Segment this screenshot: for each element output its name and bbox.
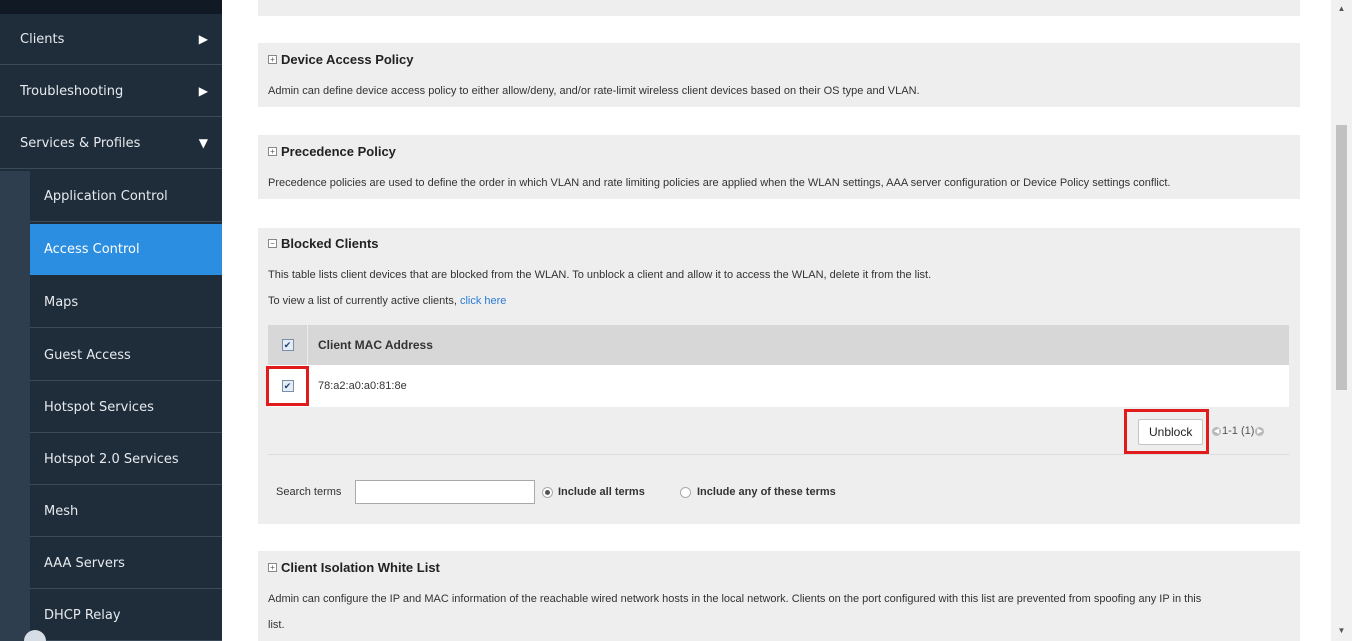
scrollbar[interactable]: ▲ ▼ [1331, 0, 1352, 641]
sidebar-item-hotspot-services[interactable]: Hotspot Services [30, 382, 222, 433]
panel-title-text: Client Isolation White List [281, 560, 440, 575]
sidebar-item-label: Mesh [44, 503, 79, 519]
sidebar-item-application-control[interactable]: Application Control [30, 171, 222, 222]
panel-title-text: Precedence Policy [281, 144, 396, 159]
panel-description: Precedence policies are used to define t… [268, 177, 1171, 189]
panel-title[interactable]: − Blocked Clients [268, 236, 379, 251]
panel-title-text: Blocked Clients [281, 236, 379, 251]
scrollbar-thumb[interactable] [1336, 125, 1347, 390]
sidebar-item-label: Hotspot Services [44, 399, 154, 415]
panel-blocked-clients: − Blocked Clients This table lists clien… [258, 228, 1300, 524]
collapse-icon[interactable]: − [268, 239, 277, 248]
include-all-radio[interactable] [542, 487, 553, 498]
panel-description: This table lists client devices that are… [268, 269, 932, 281]
scroll-down-icon[interactable]: ▼ [1331, 626, 1352, 635]
mac-address-cell: 78:a2:a0:a0:81:8e [318, 380, 407, 392]
include-any-label[interactable]: Include any of these terms [697, 486, 836, 498]
panel-precedence-policy: + Precedence Policy Precedence policies … [258, 135, 1300, 199]
sidebar-item-services-profiles[interactable]: Services & Profiles ▼ [0, 118, 222, 169]
column-header-mac[interactable]: Client MAC Address [308, 338, 433, 352]
pager-text: 1-1 (1) [1222, 425, 1255, 437]
highlight-row-checkbox [266, 366, 309, 406]
sidebar: Clients ▶ Troubleshooting ▶ Services & P… [0, 0, 222, 641]
prev-arrow-icon[interactable]: ◀ [1212, 426, 1221, 436]
active-clients-hint: To view a list of currently active clien… [268, 295, 506, 307]
select-all-cell: ✔ [268, 325, 308, 365]
panel-device-access-policy: + Device Access Policy Admin can define … [258, 43, 1300, 107]
radio-selected-dot [545, 490, 550, 495]
panel-title[interactable]: + Client Isolation White List [268, 560, 440, 575]
sidebar-item-label: AAA Servers [44, 555, 125, 571]
hint-text: To view a list of currently active clien… [268, 295, 460, 307]
sidebar-item-clients[interactable]: Clients ▶ [0, 14, 222, 65]
search-input[interactable] [355, 480, 535, 504]
panel-client-isolation: + Client Isolation White List Admin can … [258, 551, 1300, 641]
expand-icon[interactable]: + [268, 147, 277, 156]
sidebar-item-label: Hotspot 2.0 Services [44, 451, 179, 467]
sidebar-item-label: Clients [20, 31, 65, 47]
sidebar-item-maps[interactable]: Maps [30, 277, 222, 328]
expand-icon[interactable]: + [268, 563, 277, 572]
table-row[interactable]: ✔ 78:a2:a0:a0:81:8e [268, 365, 1289, 407]
sidebar-item-label: Application Control [44, 188, 168, 204]
scroll-up-icon[interactable]: ▲ [1331, 4, 1352, 13]
panel-previous [258, 0, 1300, 16]
blocked-clients-table: ✔ Client MAC Address ✔ 78:a2:a0:a0:81:8e [268, 325, 1289, 407]
sidebar-item-label: Guest Access [44, 347, 131, 363]
sidebar-item-label: Troubleshooting [20, 83, 124, 99]
sidebar-item-aaa-servers[interactable]: AAA Servers [30, 538, 222, 589]
panel-description: Admin can define device access policy to… [268, 85, 920, 97]
main-content: + Device Access Policy Admin can define … [242, 0, 1322, 641]
search-terms-label: Search terms [276, 486, 342, 498]
divider [268, 454, 1289, 455]
click-here-link[interactable]: click here [460, 295, 506, 307]
caret-right-icon: ▶ [198, 84, 208, 98]
table-header: ✔ Client MAC Address [268, 325, 1289, 365]
sidebar-item-label: Services & Profiles [20, 135, 141, 151]
panel-title[interactable]: + Device Access Policy [268, 52, 414, 67]
sidebar-top-strip [0, 0, 222, 14]
caret-down-icon: ▼ [198, 136, 208, 150]
sidebar-item-label: Access Control [44, 241, 140, 257]
sidebar-item-label: DHCP Relay [44, 607, 121, 623]
submenu-rail [0, 171, 30, 641]
sidebar-item-label: Maps [44, 294, 79, 310]
sidebar-item-guest-access[interactable]: Guest Access [30, 330, 222, 381]
sidebar-item-hotspot-2-services[interactable]: Hotspot 2.0 Services [30, 434, 222, 485]
expand-icon[interactable]: + [268, 55, 277, 64]
checkmark-icon: ✔ [283, 339, 292, 350]
include-any-radio[interactable] [680, 487, 691, 498]
sidebar-item-troubleshooting[interactable]: Troubleshooting ▶ [0, 66, 222, 117]
panel-title-text: Device Access Policy [281, 52, 414, 67]
caret-right-icon: ▶ [198, 32, 208, 46]
sidebar-submenu: Application Control Access Control Maps … [0, 171, 222, 641]
sidebar-item-dhcp-relay[interactable]: DHCP Relay [30, 590, 222, 641]
sidebar-item-access-control[interactable]: Access Control [30, 224, 222, 275]
highlight-unblock-button [1124, 409, 1209, 454]
sidebar-item-mesh[interactable]: Mesh [30, 486, 222, 537]
panel-title[interactable]: + Precedence Policy [268, 144, 396, 159]
next-arrow-icon[interactable]: ▶ [1255, 426, 1265, 436]
pager: ◀ 1-1 (1) ▶ [1212, 425, 1265, 437]
select-all-checkbox[interactable]: ✔ [281, 339, 294, 351]
include-all-label[interactable]: Include all terms [558, 486, 645, 498]
panel-description-continued: list. [268, 619, 285, 631]
panel-description: Admin can configure the IP and MAC infor… [268, 593, 1202, 605]
